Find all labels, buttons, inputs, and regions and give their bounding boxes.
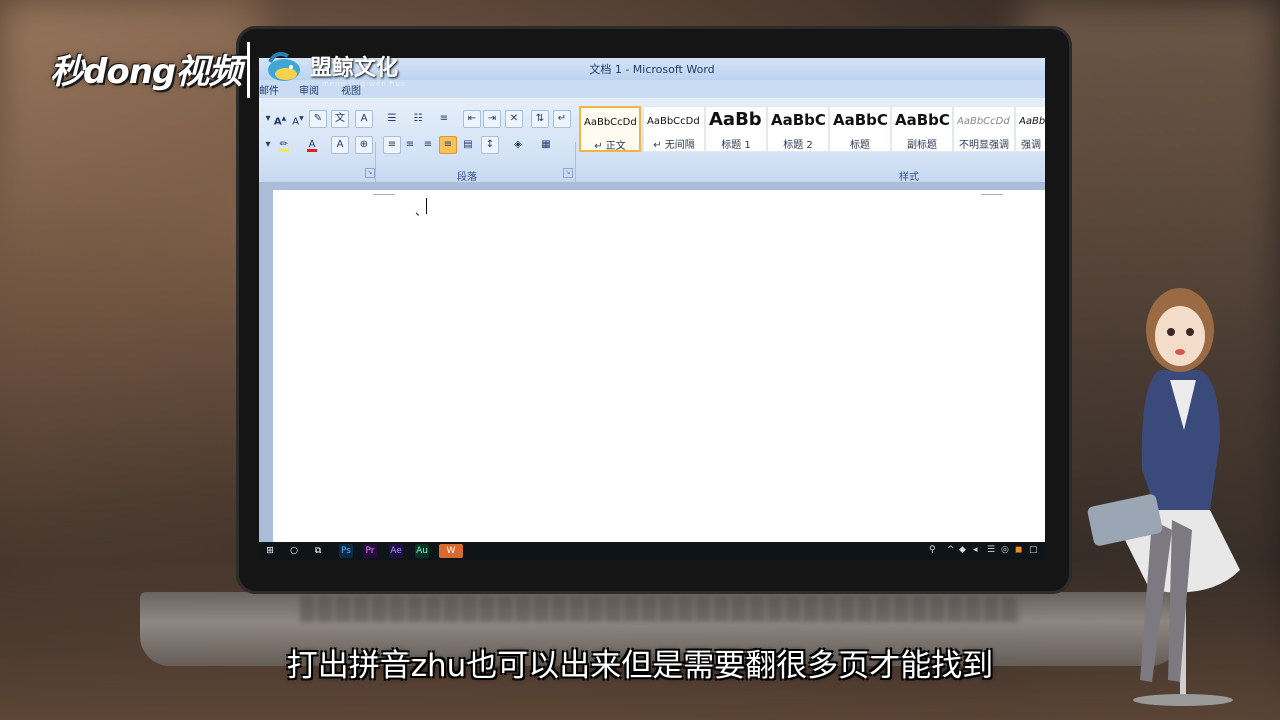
- font-color-bar: [307, 149, 317, 152]
- task-view-icon[interactable]: ⧉: [311, 544, 325, 558]
- style-heading-1[interactable]: AaBb 标题 1: [705, 106, 767, 152]
- sort-icon[interactable]: ⇅: [531, 110, 549, 128]
- align-right-icon[interactable]: ≡: [419, 136, 437, 154]
- align-left-icon[interactable]: ≡: [383, 136, 401, 154]
- chinese-layout-icon[interactable]: ✕: [505, 110, 523, 128]
- font-color-icon[interactable]: A: [303, 136, 321, 154]
- network-icon[interactable]: ☰: [987, 545, 995, 555]
- video-subtitle: 打出拼音zhu也可以出来但是需要翻很多页才能找到: [286, 648, 994, 684]
- volume-icon[interactable]: ◂: [973, 545, 978, 555]
- tray-orange-icon[interactable]: ◼: [1015, 545, 1022, 555]
- people-icon[interactable]: ⚲: [929, 545, 936, 555]
- line-spacing-icon[interactable]: ↕: [481, 136, 499, 154]
- style-name: 强调: [1021, 140, 1041, 151]
- align-center-icon[interactable]: ≡: [401, 136, 419, 154]
- taskbar: ⊞ ○ ⧉ Ps Pr Ae Au W ⚲ ^ ◆ ◂ ☰ ◎ ◼ ▢: [259, 542, 1045, 560]
- text-caret: [426, 198, 427, 214]
- style-name: 副标题: [907, 140, 937, 151]
- distributed-icon[interactable]: ▤: [459, 136, 477, 154]
- enclose-char-icon[interactable]: ⊕: [355, 136, 373, 154]
- style-emphasis[interactable]: AaBbC 强调: [1015, 106, 1045, 152]
- style-sample: AaBbCcDd: [647, 116, 700, 127]
- grow-font-icon[interactable]: A▲: [271, 110, 289, 128]
- ribbon: ▾ A▲ A▼ ✎ 文 A ▾ ✏ A A ⊕ ☰ ☷ ≡ ⇤ ⇥ ✕ ⇅ ↵ …: [259, 98, 1045, 218]
- highlight-color-bar: [279, 149, 289, 152]
- group-label-paragraph: 段落: [457, 172, 477, 183]
- style-subtitle[interactable]: AaBbC 副标题: [891, 106, 953, 152]
- decrease-indent-icon[interactable]: ⇤: [463, 110, 481, 128]
- shading-icon[interactable]: ◈: [509, 136, 527, 154]
- justify-icon[interactable]: ≡: [439, 136, 457, 154]
- tray-app-icon[interactable]: ◆: [959, 545, 966, 555]
- show-marks-icon[interactable]: ↵: [553, 110, 571, 128]
- char-shading-icon[interactable]: A: [331, 136, 349, 154]
- style-sample: AaBbC: [1019, 116, 1045, 127]
- laptop-keyboard: [300, 596, 1020, 622]
- style-normal[interactable]: AaBbCcDd ↵ 正文: [579, 106, 641, 152]
- style-sample: AaBbC: [895, 111, 950, 129]
- style-subtle-emphasis[interactable]: AaBbCcDd 不明显强调: [953, 106, 1015, 152]
- notification-icon[interactable]: ▢: [1029, 545, 1038, 555]
- photoshop-icon[interactable]: Ps: [339, 544, 353, 558]
- windows-start-icon[interactable]: ⊞: [263, 544, 277, 558]
- borders-icon[interactable]: ▦: [537, 136, 555, 154]
- margin-corner-left: [373, 194, 395, 195]
- phonetic-guide-icon[interactable]: 文: [331, 110, 349, 128]
- mic-icon[interactable]: ◎: [1001, 545, 1009, 555]
- logo-divider: [247, 42, 250, 98]
- premiere-icon[interactable]: Pr: [363, 544, 377, 558]
- document-page[interactable]: 、: [273, 190, 1045, 542]
- whale-logo-icon: [268, 52, 300, 81]
- brand-logo-mengjing: 盟鲸文化: [310, 56, 399, 81]
- brand-logo-miaodong: 秒dong视频: [50, 52, 242, 92]
- shrink-font-icon[interactable]: A▼: [289, 110, 307, 128]
- style-sample: AaBbC: [833, 111, 888, 129]
- multilevel-list-icon[interactable]: ≡: [435, 110, 453, 128]
- style-name: 标题 2: [783, 140, 813, 151]
- style-heading-2[interactable]: AaBbC 标题 2: [767, 106, 829, 152]
- style-name: 标题 1: [721, 140, 751, 151]
- style-sample: AaBb: [709, 109, 762, 130]
- numbering-icon[interactable]: ☷: [409, 110, 427, 128]
- word-taskbar-icon[interactable]: W: [439, 544, 463, 558]
- style-sample: AaBbC: [771, 111, 826, 129]
- highlight-icon[interactable]: ✏: [275, 136, 293, 154]
- style-title[interactable]: AaBbC 标题: [829, 106, 891, 152]
- brand-logo-subtext: meng jing wen hua: [322, 80, 407, 88]
- paragraph-dialog-launcher[interactable]: ↘: [563, 168, 573, 178]
- style-sample: AaBbCcDd: [584, 117, 637, 128]
- tray-chevron-icon[interactable]: ^: [947, 545, 955, 555]
- search-icon[interactable]: ○: [287, 544, 301, 558]
- style-name: 不明显强调: [959, 140, 1009, 151]
- style-name: ↵ 无间隔: [653, 140, 695, 151]
- style-name: ↵ 正文: [594, 141, 626, 152]
- audition-icon[interactable]: Au: [415, 544, 429, 558]
- margin-corner-right: [981, 194, 1003, 195]
- style-name: 标题: [850, 140, 870, 151]
- word-window: 文档 1 - Microsoft Word 邮件 审阅 视图 ▾ A▲ A▼ ✎…: [259, 58, 1045, 560]
- style-no-spacing[interactable]: AaBbCcDd ↵ 无间隔: [643, 106, 705, 152]
- char-border-icon[interactable]: A: [355, 110, 373, 128]
- style-sample: AaBbCcDd: [957, 116, 1010, 127]
- font-dialog-launcher[interactable]: ↘: [365, 168, 375, 178]
- group-label-styles: 样式: [899, 172, 919, 183]
- increase-indent-icon[interactable]: ⇥: [483, 110, 501, 128]
- bullets-icon[interactable]: ☰: [383, 110, 401, 128]
- clear-format-icon[interactable]: ✎: [309, 110, 327, 128]
- after-effects-icon[interactable]: Ae: [389, 544, 403, 558]
